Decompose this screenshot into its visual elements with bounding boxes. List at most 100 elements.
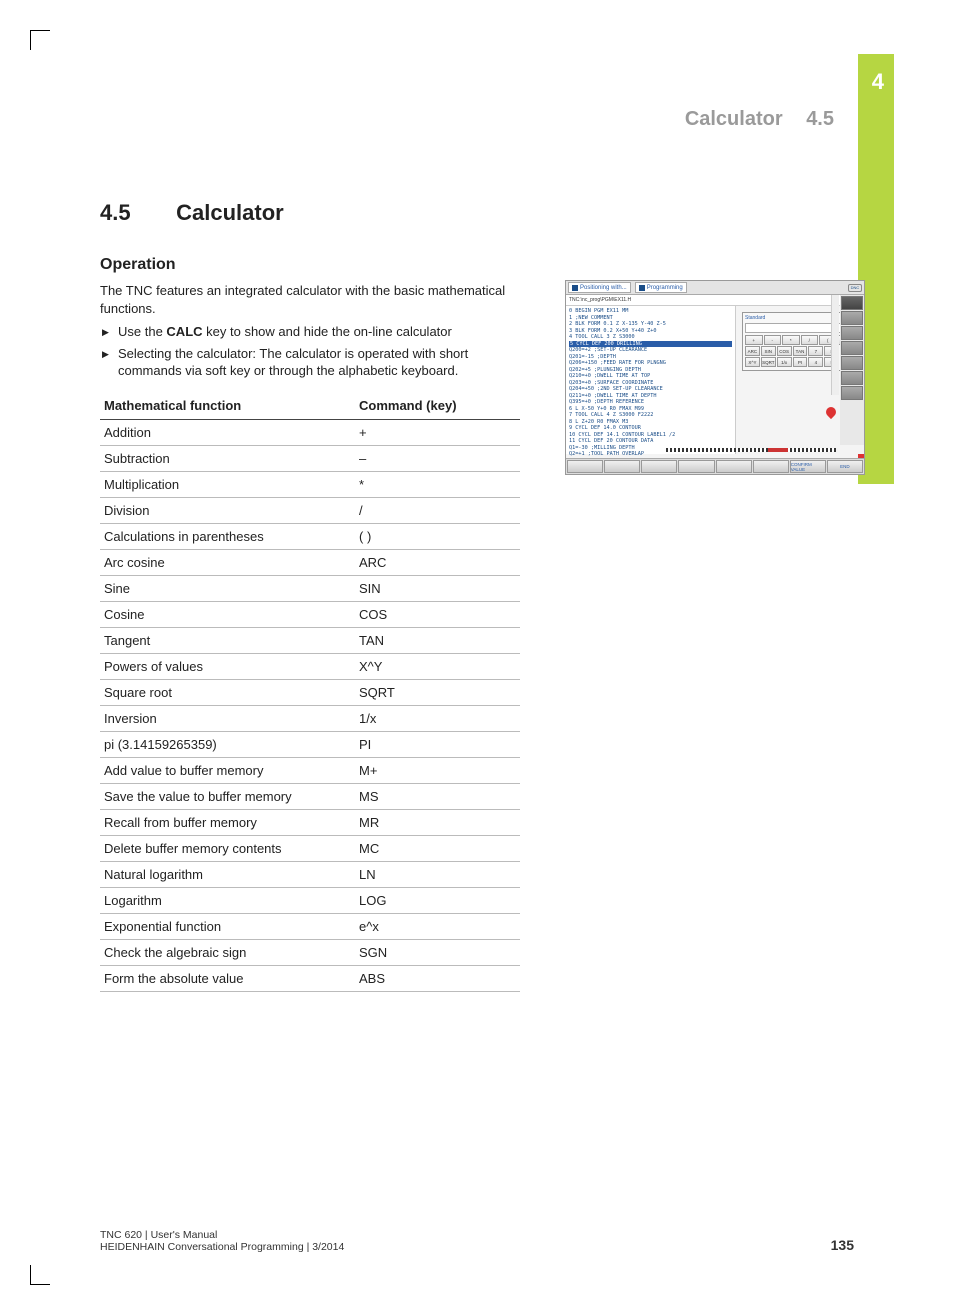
softkey <box>716 460 752 473</box>
table-row: Division/ <box>100 497 520 523</box>
softkey <box>678 460 714 473</box>
function-name: Form the absolute value <box>100 965 355 991</box>
command-key: ( ) <box>355 523 520 549</box>
calc-key: COS <box>777 346 792 356</box>
calc-key: 7 <box>808 346 823 356</box>
calc-key: + <box>745 335 763 345</box>
section-name: Calculator <box>176 200 284 225</box>
function-name: Exponential function <box>100 913 355 939</box>
table-row: pi (3.14159265359)PI <box>100 731 520 757</box>
softkey: CONFIRM VALUE <box>790 460 826 473</box>
mode-tab-programming: Programming <box>635 282 687 293</box>
scrollbar <box>831 295 839 395</box>
command-key: * <box>355 471 520 497</box>
sidebar-button <box>841 341 863 355</box>
function-name: Logarithm <box>100 887 355 913</box>
instruction-item: Selecting the calculator: The calculator… <box>100 345 520 380</box>
footer-doc-info: HEIDENHAIN Conversational Programming | … <box>100 1241 344 1253</box>
tab-label: Programming <box>647 285 683 291</box>
crop-mark-bottom-left <box>30 1265 50 1285</box>
calc-view-label: Standard <box>745 315 765 321</box>
command-key: LN <box>355 861 520 887</box>
sidebar-button <box>841 386 863 400</box>
page-number: 135 <box>831 1237 854 1253</box>
crop-mark-top-left <box>30 30 50 50</box>
command-key: SQRT <box>355 679 520 705</box>
running-header-title: Calculator <box>685 108 783 130</box>
screenshot-titlebar: Positioning with... Programming DNC <box>566 281 864 295</box>
command-key: MC <box>355 835 520 861</box>
screenshot-programming-mode: Positioning with... Programming DNC TNC:… <box>565 280 865 475</box>
table-row: Arc cosineARC <box>100 549 520 575</box>
calc-key: ARC <box>745 346 760 356</box>
instruction-list: Use the CALC key to show and hide the on… <box>100 323 520 380</box>
dnc-indicator: DNC <box>848 284 862 292</box>
section-number: 4.5 <box>100 200 170 226</box>
subheading-operation: Operation <box>100 256 520 274</box>
function-name: Calculations in parentheses <box>100 523 355 549</box>
calc-key: PI <box>793 357 808 367</box>
function-name: Arc cosine <box>100 549 355 575</box>
function-name: Tangent <box>100 627 355 653</box>
command-key: COS <box>355 601 520 627</box>
table-header-function: Mathematical function <box>100 392 355 420</box>
function-name: Natural logarithm <box>100 861 355 887</box>
text: key to show and hide the on-line calcula… <box>203 324 452 339</box>
table-row: Powers of valuesX^Y <box>100 653 520 679</box>
page-footer: TNC 620 | User's Manual HEIDENHAIN Conve… <box>100 1229 854 1253</box>
softkey-scale <box>666 448 836 456</box>
table-row: Square rootSQRT <box>100 679 520 705</box>
table-row: Inversion1/x <box>100 705 520 731</box>
softkey-row: CONFIRM VALUEEND <box>566 458 864 474</box>
command-key: ABS <box>355 965 520 991</box>
right-sidebar <box>840 295 864 445</box>
calc-key: - <box>764 335 782 345</box>
function-name: Subtraction <box>100 445 355 471</box>
table-row: LogarithmLOG <box>100 887 520 913</box>
function-name: pi (3.14159265359) <box>100 731 355 757</box>
function-name: Recall from buffer memory <box>100 809 355 835</box>
function-name: Cosine <box>100 601 355 627</box>
sidebar-button <box>841 326 863 340</box>
softkey <box>604 460 640 473</box>
command-key: LOG <box>355 887 520 913</box>
command-key: PI <box>355 731 520 757</box>
function-name: Addition <box>100 419 355 445</box>
function-name: Save the value to buffer memory <box>100 783 355 809</box>
table-row: Form the absolute valueABS <box>100 965 520 991</box>
key-name: CALC <box>166 324 202 339</box>
command-key: M+ <box>355 757 520 783</box>
command-key: MR <box>355 809 520 835</box>
calc-key: * <box>782 335 800 345</box>
footer-product: TNC 620 | User's Manual <box>100 1229 344 1241</box>
table-row: Check the algebraic signSGN <box>100 939 520 965</box>
function-name: Inversion <box>100 705 355 731</box>
command-key: 1/x <box>355 705 520 731</box>
table-row: Exponential functione^x <box>100 913 520 939</box>
softkey: END <box>827 460 863 473</box>
section-title: 4.5 Calculator <box>100 200 860 226</box>
command-key: MS <box>355 783 520 809</box>
nc-program-listing: 0 BEGIN PGM EX11 MM1 ;NEW COMMENT2 BLK F… <box>566 306 736 454</box>
chapter-number: 4 <box>872 69 884 95</box>
command-key: e^x <box>355 913 520 939</box>
command-key: SIN <box>355 575 520 601</box>
sidebar-button <box>841 296 863 310</box>
command-key: TAN <box>355 627 520 653</box>
function-name: Division <box>100 497 355 523</box>
table-row: Multiplication* <box>100 471 520 497</box>
sidebar-button <box>841 311 863 325</box>
command-key: SGN <box>355 939 520 965</box>
marker-icon <box>826 407 836 417</box>
table-row: Delete buffer memory contentsMC <box>100 835 520 861</box>
table-row: Add value to buffer memoryM+ <box>100 757 520 783</box>
intro-paragraph: The TNC features an integrated calculato… <box>100 282 520 317</box>
table-row: TangentTAN <box>100 627 520 653</box>
table-header-command: Command (key) <box>355 392 520 420</box>
softkey <box>753 460 789 473</box>
sidebar-button <box>841 356 863 370</box>
calc-key: X^Y <box>745 357 760 367</box>
calc-key: 1/x <box>777 357 792 367</box>
instruction-item: Use the CALC key to show and hide the on… <box>100 323 520 341</box>
command-key: X^Y <box>355 653 520 679</box>
